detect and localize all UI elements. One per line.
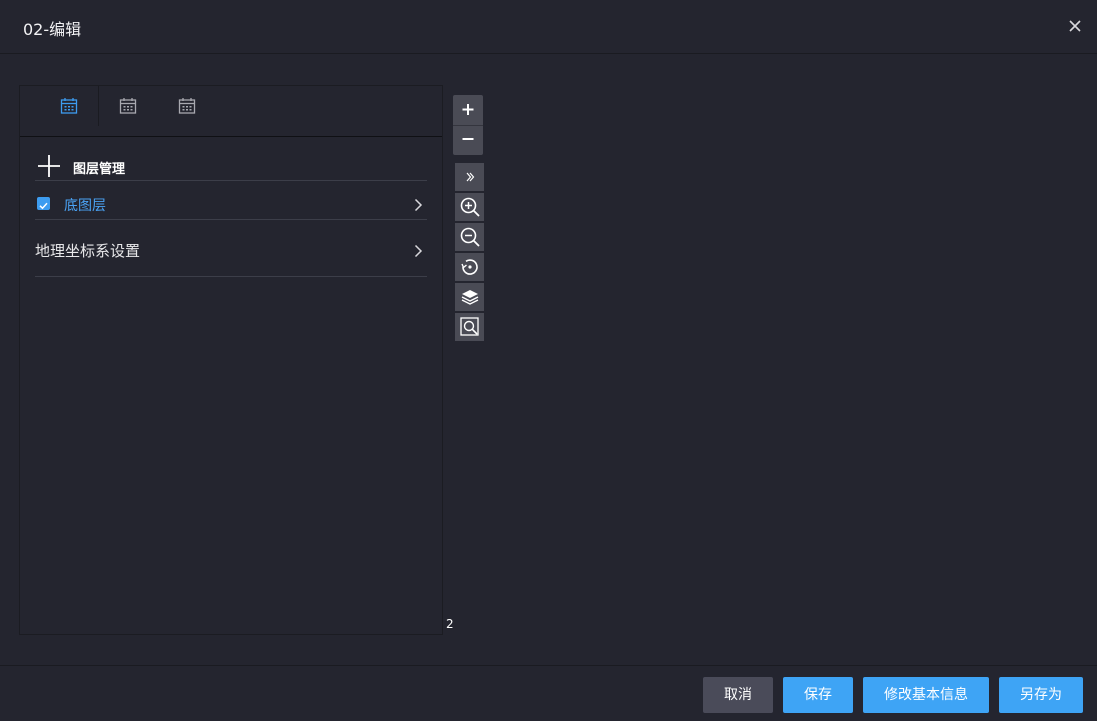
layers-tool[interactable] [455,283,484,311]
chevron-right-icon [413,197,423,216]
zoom-out-tool[interactable] [455,223,484,251]
dialog-title: 02-编辑 [23,20,82,39]
panel-tabs [20,86,442,137]
double-chevron-right-icon [466,172,475,182]
zoom-control [453,95,483,155]
tab-calendar-2[interactable] [98,86,157,136]
edit-dialog: 02-编辑 图层管理 底图层 地理坐标系设置 2 取消 保存 修改基本信息 另存… [0,0,1097,721]
calendar-icon [60,97,78,119]
zoom-in-tool[interactable] [455,193,484,221]
zoom-out-button[interactable] [453,125,483,155]
layer-management-title: 图层管理 [73,162,126,177]
zoom-out-icon [460,227,480,247]
search-area-icon [460,317,479,336]
reset-view-tool[interactable] [455,253,484,281]
layer-panel: 图层管理 底图层 地理坐标系设置 [19,85,443,635]
layer-name: 底图层 [64,198,106,214]
layers-icon [461,290,479,305]
tab-calendar-1[interactable] [39,86,98,136]
zoom-in-button[interactable] [453,95,483,124]
layer-checkbox[interactable] [37,197,50,210]
edit-basic-info-button[interactable]: 修改基本信息 [863,677,989,713]
expand-button[interactable] [455,163,484,191]
scale-label: 2 [446,617,454,631]
geo-settings-label: 地理坐标系设置 [35,242,141,260]
zoom-in-icon [460,197,480,217]
save-button[interactable]: 保存 [783,677,853,713]
layer-item-base[interactable]: 底图层 [35,189,427,220]
chevron-right-icon [413,243,423,262]
layer-management-header: 图层管理 [35,152,427,181]
dialog-header: 02-编辑 [0,0,1097,54]
tab-calendar-3[interactable] [157,86,216,136]
save-as-button[interactable]: 另存为 [999,677,1083,713]
search-area-tool[interactable] [455,313,484,341]
dialog-footer: 取消 保存 修改基本信息 另存为 [0,665,1097,721]
geo-coordinate-settings[interactable]: 地理坐标系设置 [35,234,427,277]
add-layer-button[interactable] [37,154,61,178]
calendar-icon [178,97,196,119]
close-icon[interactable] [1065,16,1085,36]
reset-icon [461,259,478,275]
check-icon [39,202,48,210]
calendar-icon [119,97,137,119]
cancel-button[interactable]: 取消 [703,677,773,713]
plus-icon [38,155,60,177]
